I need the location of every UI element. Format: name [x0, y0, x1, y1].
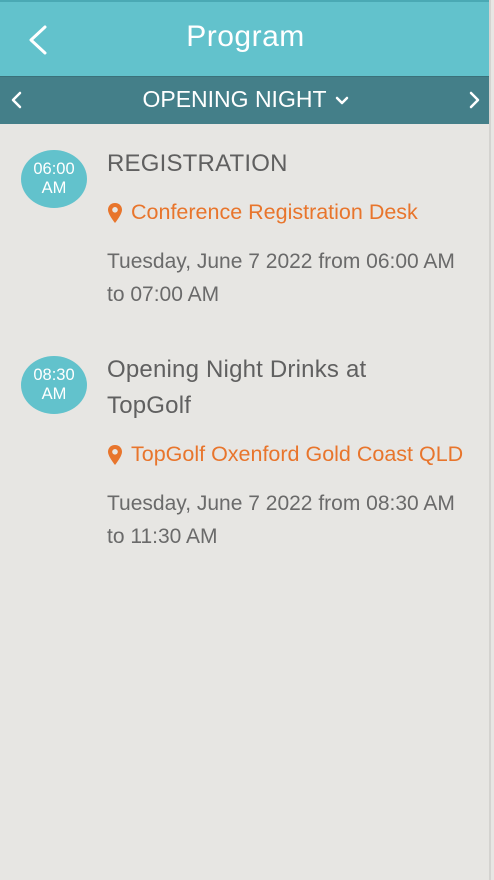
- time-badge-meridiem: AM: [41, 385, 67, 403]
- time-badge-meridiem: AM: [41, 179, 67, 197]
- chevron-down-icon: [335, 96, 349, 106]
- event-title-line: TopGolf: [107, 392, 192, 419]
- time-badge: 06:00 AM: [21, 150, 87, 208]
- map-pin-icon: [107, 444, 123, 466]
- event-title-line: Opening Night Drinks at: [107, 356, 367, 383]
- event-datetime: Tuesday, June 7 2022 from 06:00 AM to 07…: [107, 245, 477, 311]
- event-datetime-line: Tuesday, June 7 2022 from 06:00 AM: [107, 250, 455, 273]
- event-item[interactable]: 08:30 AM Opening Night Drinks at TopGolf…: [0, 340, 489, 560]
- day-selector-dropdown[interactable]: OPENING NIGHT: [0, 86, 489, 113]
- event-title: REGISTRATION: [107, 146, 477, 182]
- event-datetime-line: to 07:00 AM: [107, 283, 220, 306]
- app-screen: Program OPENING NIGHT 06:00 AM REGISTRAT…: [0, 0, 491, 880]
- map-pin-icon: [107, 202, 123, 224]
- chevron-right-icon: [469, 91, 480, 109]
- event-title-text: REGISTRATION: [107, 150, 288, 177]
- event-datetime-line: to 11:30 AM: [107, 525, 218, 548]
- event-location-text: TopGolf Oxenford Gold Coast QLD: [131, 442, 464, 466]
- event-title: Opening Night Drinks at TopGolf: [107, 352, 477, 424]
- event-location-link[interactable]: Conference Registration Desk: [107, 200, 418, 225]
- event-datetime: Tuesday, June 7 2022 from 08:30 AM to 11…: [107, 487, 477, 553]
- event-location-text: Conference Registration Desk: [131, 200, 418, 224]
- day-selector-label: OPENING NIGHT: [142, 86, 327, 112]
- next-day-button[interactable]: [459, 85, 489, 115]
- page-title: Program: [186, 20, 305, 53]
- event-location-link[interactable]: TopGolf Oxenford Gold Coast QLD: [107, 442, 463, 467]
- top-app-bar: Program: [0, 0, 489, 76]
- event-datetime-line: Tuesday, June 7 2022 from 08:30 AM: [107, 492, 455, 515]
- day-navigation-bar: OPENING NIGHT: [0, 76, 489, 124]
- time-badge: 08:30 AM: [21, 356, 87, 414]
- event-item[interactable]: 06:00 AM REGISTRATION Conference Registr…: [0, 124, 489, 324]
- time-badge-time: 08:30: [33, 366, 75, 384]
- time-badge-time: 06:00: [33, 160, 75, 178]
